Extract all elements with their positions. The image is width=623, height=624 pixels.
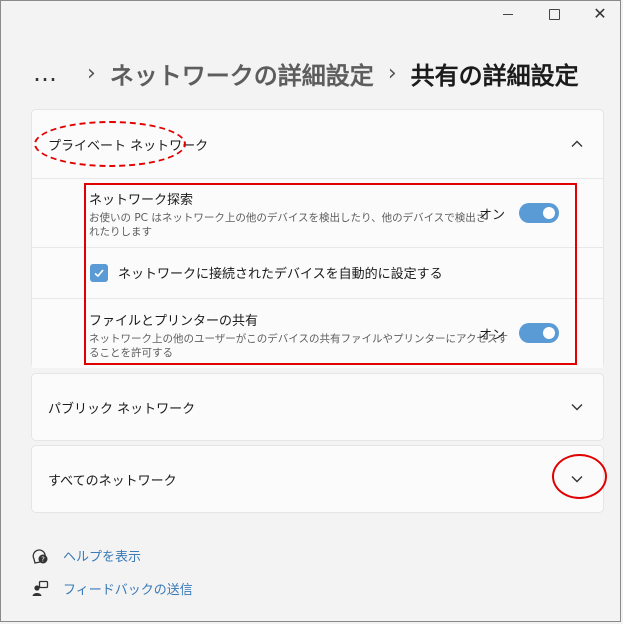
feedback-link[interactable]: フィードバックの送信 [31, 579, 193, 598]
chevron-up-icon [571, 140, 583, 147]
close-button[interactable]: ✕ [577, 0, 623, 28]
breadcrumb-more-button[interactable]: … [33, 59, 59, 87]
all-networks-header[interactable]: すべてのネットワーク [32, 446, 603, 512]
feedback-link-label: フィードバックの送信 [63, 583, 193, 598]
chevron-right-icon: › [87, 60, 96, 86]
all-networks-card[interactable]: すべてのネットワーク [31, 445, 604, 513]
maximize-icon [548, 8, 560, 20]
minimize-icon [503, 13, 513, 15]
annotation-rectangle [84, 183, 577, 365]
annotation-ellipse [34, 121, 186, 167]
close-icon: ✕ [593, 4, 607, 23]
chevron-down-icon [571, 404, 583, 411]
annotation-circle [552, 454, 607, 499]
feedback-icon [32, 580, 49, 596]
chevron-right-icon: › [387, 60, 397, 86]
window-controls: ✕ [485, 0, 623, 28]
svg-text:?: ? [41, 555, 45, 563]
help-link[interactable]: ? ヘルプを表示 [31, 546, 141, 565]
page-title: 共有の詳細設定 [410, 61, 579, 90]
help-icon: ? [32, 548, 48, 564]
public-network-card[interactable]: パブリック ネットワーク [31, 373, 604, 441]
maximize-button[interactable] [531, 0, 577, 28]
help-link-label: ヘルプを表示 [63, 550, 142, 565]
all-networks-title: すべてのネットワーク [48, 473, 177, 489]
public-network-header[interactable]: パブリック ネットワーク [32, 374, 603, 440]
breadcrumb-parent-link[interactable]: ネットワークの詳細設定 [110, 56, 374, 91]
public-network-title: パブリック ネットワーク [48, 401, 196, 417]
minimize-button[interactable] [485, 0, 531, 28]
breadcrumb: … › ネットワークの詳細設定 › 共有の詳細設定 [33, 55, 579, 91]
